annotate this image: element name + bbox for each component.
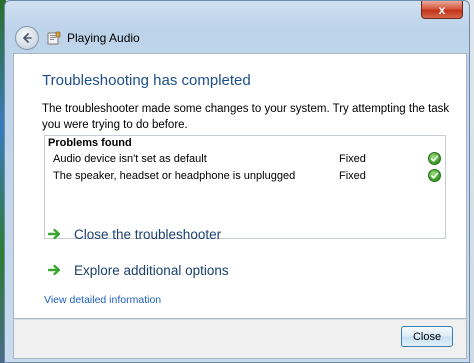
dialog-header: Playing Audio — [9, 23, 465, 53]
dialog-title: Playing Audio — [67, 31, 140, 45]
green-check-icon — [428, 169, 441, 182]
back-arrow-icon — [23, 33, 32, 43]
troubleshooter-dialog: x Playing Audio Troubleshooting has comp… — [4, 0, 470, 363]
problem-status: Fixed — [339, 153, 366, 165]
back-button[interactable] — [15, 26, 39, 50]
close-button[interactable]: Close — [401, 326, 453, 347]
window-close-button[interactable]: x — [421, 1, 463, 19]
green-arrow-icon — [48, 228, 61, 240]
problem-status: Fixed — [339, 170, 366, 182]
problem-description: Audio device isn't set as default — [53, 153, 207, 165]
problem-description: The speaker, headset or headphone is unp… — [53, 170, 296, 182]
problem-row: Audio device isn't set as default Fixed — [53, 152, 441, 169]
green-check-icon — [428, 152, 441, 165]
view-details-link[interactable]: View detailed information — [44, 294, 161, 306]
action-label: Explore additional options — [74, 262, 229, 278]
dialog-footer: Close — [13, 319, 467, 359]
problem-row: The speaker, headset or headphone is unp… — [53, 169, 441, 186]
problems-found-title: Problems found — [48, 137, 132, 149]
green-arrow-icon — [48, 264, 61, 276]
content-panel: Troubleshooting has completed The troubl… — [13, 53, 467, 319]
result-description: The troubleshooter made some changes to … — [42, 103, 450, 131]
explore-options-link[interactable]: Explore additional options — [48, 260, 229, 280]
close-troubleshooter-link[interactable]: Close the troubleshooter — [48, 224, 221, 244]
page-heading: Troubleshooting has completed — [42, 72, 251, 89]
action-label: Close the troubleshooter — [74, 226, 222, 242]
troubleshooter-icon — [47, 31, 61, 45]
